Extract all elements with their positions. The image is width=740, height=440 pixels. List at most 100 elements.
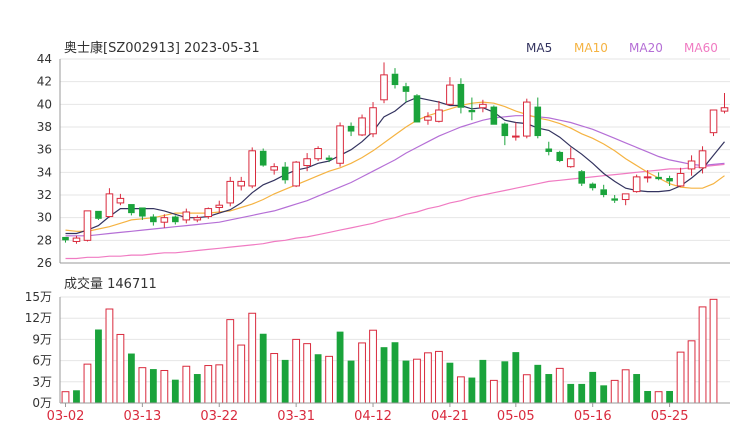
volume-bar bbox=[73, 390, 80, 403]
candle-body bbox=[237, 180, 246, 187]
volume-bar bbox=[105, 308, 114, 404]
price-tick-label: 42 bbox=[37, 75, 52, 89]
candle bbox=[709, 109, 718, 137]
volume-bar bbox=[522, 374, 531, 404]
volume-bar bbox=[446, 362, 454, 403]
candle-body bbox=[556, 151, 564, 161]
candle-body bbox=[534, 106, 542, 137]
candle-body bbox=[490, 106, 498, 125]
candle-body bbox=[336, 125, 344, 164]
legend-ma5: MA5 bbox=[526, 41, 552, 55]
candle bbox=[83, 210, 92, 242]
candle-body bbox=[643, 176, 652, 179]
volume-bar bbox=[325, 355, 334, 404]
candle-body bbox=[95, 210, 102, 219]
volume-bar bbox=[391, 342, 399, 403]
price-tick-label: 44 bbox=[37, 52, 52, 66]
candle-body bbox=[358, 117, 366, 136]
candle-body bbox=[160, 217, 169, 223]
x-tick-label: 03-22 bbox=[200, 409, 238, 424]
volume-bar bbox=[435, 350, 443, 404]
volume-bar bbox=[424, 352, 432, 404]
volume-bar bbox=[303, 343, 312, 404]
candle bbox=[369, 102, 377, 138]
candle bbox=[413, 94, 421, 123]
candle bbox=[314, 146, 322, 161]
volume-bar bbox=[116, 333, 125, 404]
volume-bar bbox=[545, 374, 553, 403]
volume-tick-label: 3万 bbox=[32, 375, 52, 389]
volume-bar bbox=[610, 379, 619, 404]
candle-body bbox=[83, 210, 92, 241]
volume-bar bbox=[402, 360, 410, 403]
candle-body bbox=[545, 148, 553, 152]
volume-bar bbox=[171, 379, 179, 403]
candle-body bbox=[457, 83, 465, 108]
volume-tick-label: 6万 bbox=[32, 354, 52, 368]
candle-body bbox=[589, 183, 596, 189]
volume-bar bbox=[456, 376, 465, 404]
volume-bar bbox=[676, 351, 685, 404]
volume-bar bbox=[160, 369, 169, 404]
volume-bar bbox=[215, 364, 224, 404]
volume-bar bbox=[226, 319, 235, 404]
volume-bar bbox=[512, 352, 520, 403]
candle-body bbox=[259, 150, 267, 166]
volume-tick-label: 12万 bbox=[25, 311, 52, 325]
candle-body bbox=[62, 236, 69, 241]
legend-ma60: MA60 bbox=[684, 41, 718, 55]
volume-bar bbox=[589, 371, 597, 403]
candle-body bbox=[435, 109, 443, 122]
volume-bar bbox=[281, 359, 289, 403]
candle-body bbox=[446, 84, 454, 105]
volume-bar bbox=[567, 383, 575, 403]
candle bbox=[556, 150, 564, 163]
candle-body bbox=[621, 193, 630, 201]
volume-bar bbox=[600, 385, 608, 403]
candle-body bbox=[105, 193, 114, 218]
candle-body bbox=[687, 160, 696, 170]
volume-bar bbox=[204, 365, 213, 404]
candle-body bbox=[270, 166, 278, 171]
volume-bar bbox=[380, 347, 388, 403]
candle-body bbox=[150, 216, 157, 223]
candle-body bbox=[292, 161, 300, 187]
volume-bar bbox=[358, 342, 366, 404]
volume-bar bbox=[687, 340, 696, 404]
stock-chart: 奥士康[SZ002913] 2023-05-31 MA5 MA10 MA20 M… bbox=[0, 0, 740, 440]
candle-body bbox=[501, 123, 509, 137]
volume-bar bbox=[633, 374, 641, 403]
candle bbox=[95, 210, 102, 220]
volume-bar bbox=[468, 377, 476, 403]
candle-body bbox=[347, 125, 355, 132]
volume-bar bbox=[182, 365, 191, 404]
volume-bar bbox=[644, 390, 652, 403]
volume-tick-label: 0万 bbox=[32, 396, 52, 410]
volume-bar bbox=[95, 329, 102, 403]
candle-body bbox=[655, 176, 662, 180]
candle-body bbox=[468, 110, 476, 113]
price-tick-label: 40 bbox=[37, 97, 52, 111]
volume-bar bbox=[193, 374, 201, 403]
volume-tick-label: 9万 bbox=[32, 332, 52, 346]
volume-bar bbox=[138, 367, 147, 404]
candle-body bbox=[303, 158, 311, 167]
price-tick-label: 26 bbox=[37, 256, 52, 270]
legend-ma20: MA20 bbox=[629, 41, 663, 55]
candle-body bbox=[204, 208, 213, 218]
candle-body bbox=[325, 157, 333, 160]
candle-body bbox=[479, 103, 487, 109]
volume-bar bbox=[270, 353, 279, 404]
candle bbox=[523, 98, 531, 139]
volume-bar bbox=[555, 367, 564, 404]
candle-body bbox=[523, 101, 531, 137]
candle bbox=[226, 176, 235, 207]
volume-bar bbox=[83, 363, 92, 404]
candle-body bbox=[182, 211, 191, 221]
candle-body bbox=[578, 171, 586, 184]
candle-body bbox=[128, 204, 135, 214]
candle bbox=[358, 114, 366, 137]
candle-body bbox=[632, 176, 641, 193]
x-tick-label: 05-16 bbox=[574, 409, 612, 424]
candle-body bbox=[611, 198, 618, 201]
